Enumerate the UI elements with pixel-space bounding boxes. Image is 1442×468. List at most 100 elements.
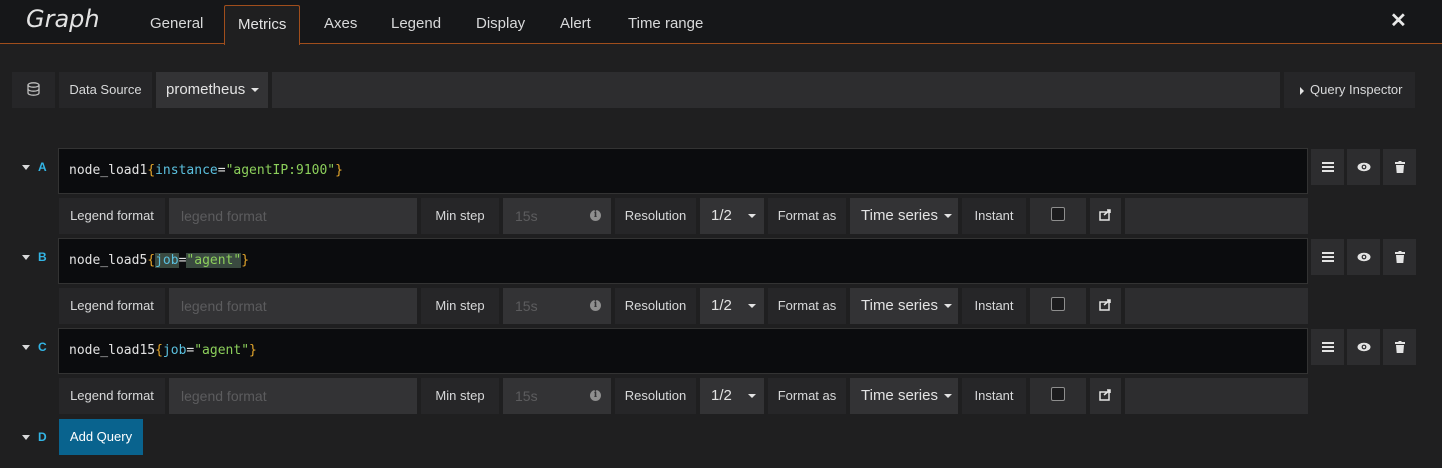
chevron-down-icon (747, 394, 756, 399)
data-source-filler (272, 72, 1280, 108)
format-as-select[interactable]: Time series (850, 378, 958, 414)
query-editor-b[interactable]: node_load5{job="agent"} (58, 238, 1308, 284)
query-ref-a[interactable]: A (12, 149, 55, 185)
min-step-label: Min step (421, 198, 499, 234)
label-key: instance (155, 163, 218, 178)
query-link-button[interactable] (1090, 378, 1121, 414)
tab-alert[interactable]: Alert (547, 5, 604, 44)
tab-axes[interactable]: Axes (311, 5, 370, 44)
info-icon[interactable]: i (590, 300, 601, 311)
metric-name: node_load1 (69, 163, 148, 178)
min-step-label: Min step (421, 378, 499, 414)
external-link-icon (1099, 209, 1111, 221)
chevron-down-icon (943, 304, 952, 309)
format-as-select[interactable]: Time series (850, 288, 958, 324)
trash-icon (1394, 341, 1405, 353)
query-ref-c[interactable]: C (12, 329, 55, 365)
external-link-icon (1099, 299, 1111, 311)
query-editor-c[interactable]: node_load15{job="agent"} (58, 328, 1308, 374)
tab-general[interactable]: General (137, 5, 216, 44)
collapse-caret-icon (22, 435, 30, 441)
chevron-down-icon (943, 394, 952, 399)
add-query-button[interactable]: Add Query (59, 419, 143, 455)
panel-editor-header: Graph General Metrics Axes Legend Displa… (0, 0, 1442, 45)
query-ref-d: D (12, 419, 55, 455)
label-key: job (155, 253, 179, 268)
tab-legend[interactable]: Legend (378, 5, 454, 44)
query-ref-letter: A (38, 160, 47, 174)
data-source-value: prometheus (166, 81, 246, 98)
options-filler (1125, 288, 1308, 324)
format-as-label: Format as (768, 378, 846, 414)
instant-label: Instant (962, 288, 1026, 324)
query-inspector-label: Query Inspector (1310, 82, 1403, 97)
tab-time-range[interactable]: Time range (615, 5, 716, 44)
query-menu-button-b[interactable] (1311, 239, 1344, 275)
hamburger-icon (1321, 342, 1334, 352)
info-icon[interactable]: i (590, 210, 601, 221)
query-remove-button-a[interactable] (1383, 149, 1416, 185)
resolution-select[interactable]: 1/2 (700, 288, 764, 324)
query-editor-a[interactable]: node_load1{instance="agentIP:9100"} (58, 148, 1308, 194)
chevron-down-icon (251, 88, 260, 93)
legend-format-label: Legend format (59, 378, 165, 414)
tab-metrics[interactable]: Metrics (224, 5, 301, 45)
info-icon[interactable]: i (590, 390, 601, 401)
collapse-caret-icon (22, 255, 30, 261)
instant-checkbox[interactable] (1051, 387, 1065, 401)
min-step-label: Min step (421, 288, 499, 324)
options-filler (1125, 378, 1308, 414)
metric-name: node_load5 (69, 253, 148, 268)
legend-format-input[interactable]: legend format (169, 288, 417, 324)
hamburger-icon (1321, 162, 1334, 172)
external-link-icon (1099, 389, 1111, 401)
query-menu-button-a[interactable] (1311, 149, 1344, 185)
label-value: "agent" (186, 253, 242, 268)
data-source-label: Data Source (59, 72, 152, 108)
query-inspector-button[interactable]: Query Inspector (1284, 72, 1415, 108)
label-key: job (162, 343, 187, 358)
resolution-select[interactable]: 1/2 (700, 198, 764, 234)
chevron-down-icon (747, 304, 756, 309)
close-icon[interactable]: ✕ (1390, 11, 1407, 31)
resolution-select[interactable]: 1/2 (700, 378, 764, 414)
resolution-label: Resolution (615, 288, 696, 324)
query-menu-button-c[interactable] (1311, 329, 1344, 365)
query-toggle-button-a[interactable] (1347, 149, 1380, 185)
legend-format-label: Legend format (59, 288, 165, 324)
trash-icon (1394, 251, 1405, 263)
database-icon (12, 72, 55, 108)
instant-label: Instant (962, 198, 1026, 234)
query-ref-b[interactable]: B (12, 239, 55, 275)
data-source-select[interactable]: prometheus (156, 72, 268, 108)
format-as-label: Format as (768, 288, 846, 324)
query-ref-letter: D (38, 430, 47, 444)
query-link-button[interactable] (1090, 198, 1121, 234)
tab-display[interactable]: Display (463, 5, 538, 44)
metric-name: node_load15 (69, 343, 156, 358)
query-ref-letter: B (38, 250, 47, 264)
query-ref-letter: C (38, 340, 47, 354)
panel-type-title: Graph (26, 5, 100, 33)
query-link-button[interactable] (1090, 288, 1121, 324)
format-as-label: Format as (768, 198, 846, 234)
options-filler (1125, 198, 1308, 234)
query-toggle-button-c[interactable] (1347, 329, 1380, 365)
legend-format-label: Legend format (59, 198, 165, 234)
format-as-select[interactable]: Time series (850, 198, 958, 234)
legend-format-input[interactable]: legend format (169, 378, 417, 414)
query-remove-button-c[interactable] (1383, 329, 1416, 365)
collapse-caret-icon (22, 345, 30, 351)
trash-icon (1394, 161, 1405, 173)
legend-format-input[interactable]: legend format (169, 198, 417, 234)
eye-icon (1357, 252, 1370, 262)
query-remove-button-b[interactable] (1383, 239, 1416, 275)
instant-checkbox[interactable] (1051, 207, 1065, 221)
instant-checkbox[interactable] (1051, 297, 1065, 311)
query-toggle-button-b[interactable] (1347, 239, 1380, 275)
chevron-down-icon (747, 214, 756, 219)
caret-right-icon (1300, 86, 1304, 95)
label-value: "agent" (194, 343, 250, 358)
eye-icon (1357, 162, 1370, 172)
label-value: "agentIP:9100" (225, 163, 336, 178)
